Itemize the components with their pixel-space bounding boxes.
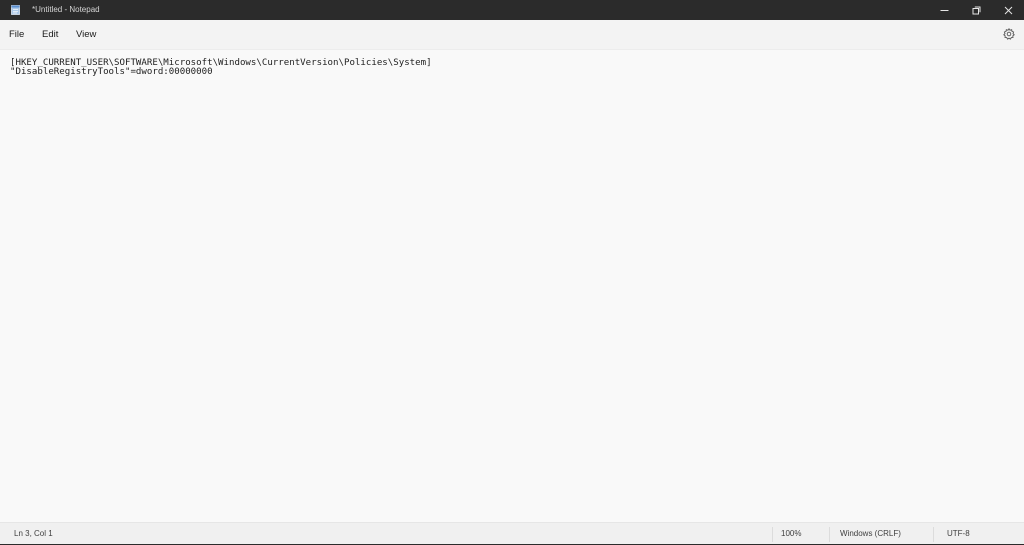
status-bar: Ln 3, Col 1 100% Windows (CRLF) UTF-8 [0, 522, 1024, 545]
status-divider [829, 527, 830, 542]
cursor-position: Ln 3, Col 1 [14, 529, 53, 538]
zoom-level[interactable]: 100% [781, 523, 801, 545]
gear-icon[interactable] [1003, 28, 1015, 40]
notepad-icon [11, 5, 20, 15]
restore-icon [972, 6, 980, 14]
minimize-button[interactable] [928, 0, 960, 20]
window-title: *Untitled - Notepad [32, 5, 100, 14]
menu-file[interactable]: File [9, 20, 24, 50]
editor-line-2[interactable]: "DisableRegistryTools"=dword:00000000 [10, 67, 213, 78]
close-button[interactable] [992, 0, 1024, 20]
close-icon [1004, 6, 1012, 14]
menu-bar: File Edit View [0, 20, 1024, 50]
encoding[interactable]: UTF-8 [947, 523, 970, 545]
status-divider [933, 527, 934, 542]
text-editor[interactable]: [HKEY_CURRENT_USER\SOFTWARE\Microsoft\Wi… [0, 50, 1024, 522]
title-bar[interactable]: *Untitled - Notepad [0, 0, 1024, 20]
restore-button[interactable] [960, 0, 992, 20]
notepad-window: *Untitled - Notepad File Edit View [HKEY… [0, 0, 1024, 545]
status-divider [772, 527, 773, 542]
menu-edit[interactable]: Edit [42, 20, 58, 50]
line-ending[interactable]: Windows (CRLF) [840, 523, 901, 545]
menu-view[interactable]: View [76, 20, 96, 50]
minimize-icon [940, 9, 948, 11]
